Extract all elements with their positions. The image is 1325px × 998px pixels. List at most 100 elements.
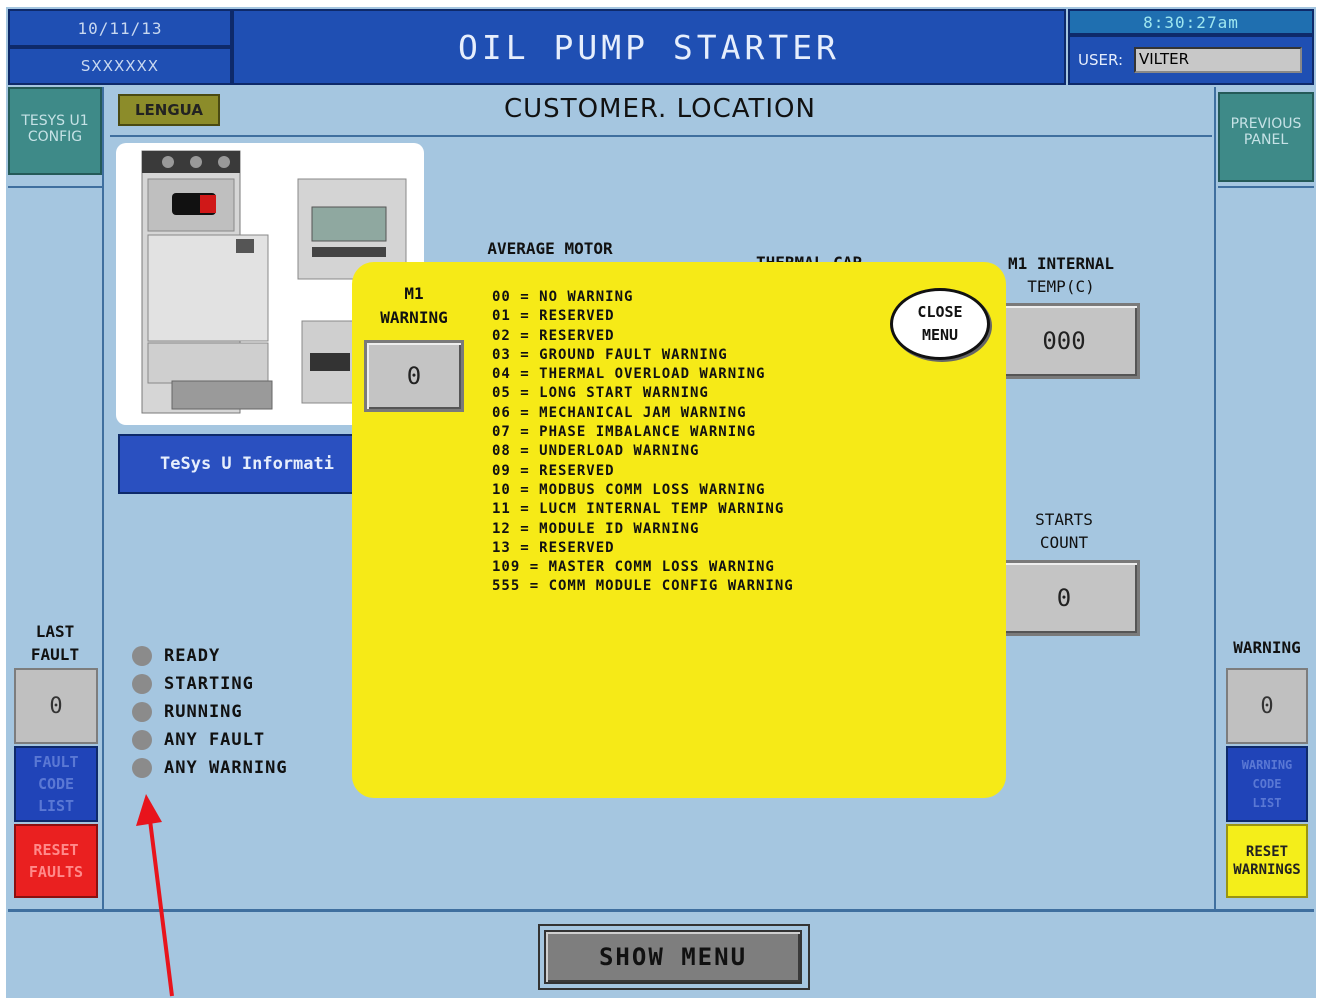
footer-divider — [8, 909, 1314, 912]
m1-warning-display: 0 — [364, 340, 464, 412]
internal-temp-line1: M1 INTERNAL — [1008, 254, 1114, 273]
warning-code-list: 00 = NO WARNING 01 = RESERVED 02 = RESER… — [492, 288, 882, 600]
reset-faults-line1: RESET — [33, 841, 79, 859]
serial-text: SXXXXXX — [80, 57, 160, 75]
title-text: OIL PUMP STARTER — [458, 27, 840, 67]
close-menu-button[interactable]: CLOSE MENU — [890, 288, 990, 360]
fault-code-list-line2: CODE — [37, 775, 75, 793]
arrow-head-icon — [136, 794, 162, 826]
warning-value: 0 — [1260, 693, 1274, 719]
lengua-button[interactable]: LENGUA — [118, 94, 220, 126]
left-divider — [102, 87, 104, 909]
starts-count-value: 0 — [1056, 584, 1072, 612]
screen-title: OIL PUMP STARTER — [232, 9, 1066, 85]
internal-temp-line2: TEMP(C) — [1027, 277, 1095, 296]
clock-display: 8:30:27am — [1068, 9, 1314, 35]
m1-warning-value: 0 — [406, 362, 422, 390]
code-00: 00 = NO WARNING — [492, 289, 634, 305]
starting-lamp-icon — [132, 674, 152, 694]
close-menu-line2: MENU — [921, 326, 959, 344]
code-02: 02 = RESERVED — [492, 327, 615, 344]
warning-code-list-button[interactable]: WARNING CODE LIST — [1226, 746, 1308, 822]
any-fault-lamp-icon — [132, 730, 152, 750]
location-text: CUSTOMER. LOCATION — [504, 94, 816, 124]
previous-panel-button[interactable]: PREVIOUS PANEL — [1218, 92, 1314, 182]
right-divider — [1214, 87, 1216, 909]
arrow-shaft — [148, 819, 174, 997]
fault-code-list-line3: LIST — [37, 797, 75, 815]
title-underline — [110, 135, 1212, 137]
status-running: RUNNING — [132, 698, 332, 726]
status-starting-label: STARTING — [164, 674, 254, 694]
tesys-info-label: TeSys U Informati — [160, 454, 334, 474]
show-menu-label: SHOW MENU — [598, 943, 748, 971]
right-nav-underline — [1218, 186, 1314, 188]
warning-code-list-line3: LIST — [1252, 795, 1282, 810]
avg-motor-label: AVERAGE MOTOR — [470, 237, 630, 261]
code-555: 555 = COMM MODULE CONFIG WARNING — [492, 578, 794, 595]
any-warning-lamp-icon — [132, 758, 152, 778]
m1-warning-label: M1 WARNING — [366, 282, 462, 330]
m1-warning-line1: M1 — [404, 284, 424, 303]
last-fault-line2: FAULT — [30, 645, 80, 664]
code-11: 11 = LUCM INTERNAL TEMP WARNING — [492, 501, 785, 518]
code-13: 13 = RESERVED — [492, 539, 615, 556]
previous-panel-line1: PREVIOUS — [1230, 116, 1302, 132]
code-06: 06 = MECHANICAL JAM WARNING — [492, 404, 747, 421]
warning-code-list-line2: CODE — [1252, 776, 1282, 791]
internal-temp-value: 000 — [1042, 327, 1086, 355]
tesys-info-button[interactable]: TeSys U Informati — [118, 434, 358, 494]
status-any-fault-label: ANY FAULT — [164, 730, 266, 750]
running-lamp-icon — [132, 702, 152, 722]
code-08: 08 = UNDERLOAD WARNING — [492, 443, 700, 460]
reset-warnings-button[interactable]: RESET WARNINGS — [1226, 824, 1308, 898]
left-nav-underline — [8, 186, 102, 188]
last-fault-display: 0 — [14, 668, 98, 744]
status-starting: STARTING — [132, 670, 332, 698]
last-fault-label: LAST FAULT — [10, 620, 100, 668]
code-09: 09 = RESERVED — [492, 462, 615, 479]
code-12: 12 = MODULE ID WARNING — [492, 520, 700, 537]
status-lamp-list: READY STARTING RUNNING ANY FAULT ANY WAR… — [132, 642, 332, 784]
previous-panel-line2: PANEL — [1243, 132, 1289, 148]
status-any-warning-label: ANY WARNING — [164, 758, 288, 778]
starts-count-line2: COUNT — [1039, 533, 1089, 552]
user-value: VILTER — [1139, 50, 1190, 68]
reset-faults-button[interactable]: RESET FAULTS — [14, 824, 98, 898]
code-109: 109 = MASTER COMM LOSS WARNING — [492, 559, 775, 576]
warning-code-list-line1: WARNING — [1241, 757, 1293, 772]
user-field[interactable]: VILTER — [1134, 47, 1302, 73]
ready-lamp-icon — [132, 646, 152, 666]
starts-count-label: STARTS COUNT — [1004, 508, 1124, 556]
code-07: 07 = PHASE IMBALANCE WARNING — [492, 424, 757, 441]
reset-warnings-line1: RESET — [1245, 844, 1289, 860]
avg-motor-text: AVERAGE MOTOR — [487, 239, 613, 258]
fault-code-list-button[interactable]: FAULT CODE LIST — [14, 746, 98, 822]
status-ready-label: READY — [164, 646, 221, 666]
starts-count-display: 0 — [988, 560, 1140, 636]
code-03: 03 = GROUND FAULT WARNING — [492, 346, 728, 363]
warning-label: WARNING — [1220, 636, 1314, 660]
user-label: USER: — [1078, 51, 1123, 69]
tesys-config-line1: TESYS U1 — [21, 113, 89, 129]
starts-count-line1: STARTS — [1035, 510, 1093, 529]
m1-warning-line2: WARNING — [380, 308, 448, 327]
status-any-warning: ANY WARNING — [132, 754, 332, 782]
annotation-arrow — [136, 794, 174, 997]
warning-label-text: WARNING — [1233, 638, 1301, 657]
close-menu-line1: CLOSE — [917, 303, 963, 321]
warning-display: 0 — [1226, 668, 1308, 744]
internal-temp-label: M1 INTERNAL TEMP(C) — [996, 252, 1126, 300]
reset-faults-line2: FAULTS — [28, 863, 84, 881]
status-running-label: RUNNING — [164, 702, 243, 722]
code-10: 10 = MODBUS COMM LOSS WARNING — [492, 481, 766, 498]
status-ready: READY — [132, 642, 332, 670]
date-text: 10/11/13 — [77, 18, 163, 38]
tesys-config-button[interactable]: TESYS U1 CONFIG — [8, 87, 102, 175]
last-fault-line1: LAST — [35, 622, 75, 641]
internal-temp-display: 000 — [988, 303, 1140, 379]
reset-warnings-line2: WARNINGS — [1233, 862, 1301, 878]
serial-display: SXXXXXX — [8, 47, 232, 85]
show-menu-button[interactable]: SHOW MENU — [544, 930, 802, 984]
status-any-fault: ANY FAULT — [132, 726, 332, 754]
